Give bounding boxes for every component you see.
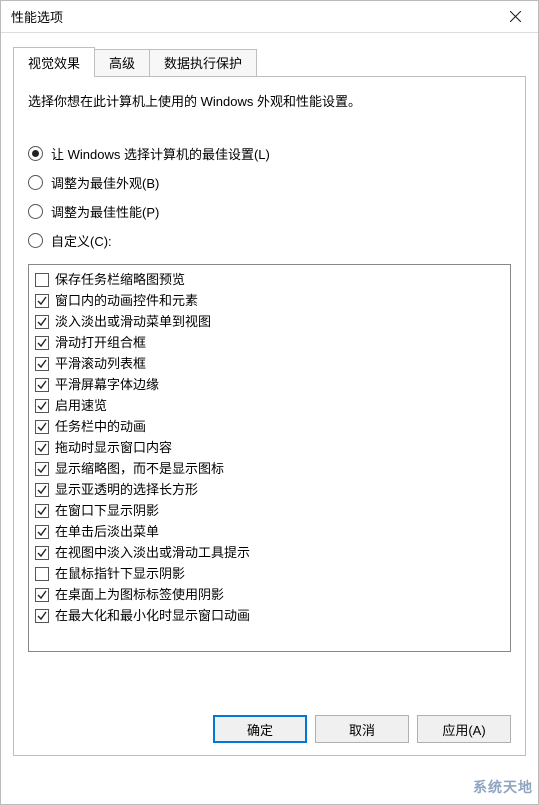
option-label: 在桌面上为图标标签使用阴影 [55, 584, 224, 605]
option-label: 保存任务栏缩略图预览 [55, 269, 185, 290]
apply-button[interactable]: 应用(A) [417, 715, 511, 743]
option-label: 在最大化和最小化时显示窗口动画 [55, 605, 250, 626]
titlebar: 性能选项 [1, 1, 538, 33]
radio-label: 调整为最佳外观(B) [51, 173, 159, 192]
list-item[interactable]: 窗口内的动画控件和元素 [35, 290, 504, 311]
list-item[interactable]: 淡入淡出或滑动菜单到视图 [35, 311, 504, 332]
option-label: 显示亚透明的选择长方形 [55, 479, 198, 500]
tab-advanced[interactable]: 高级 [94, 49, 150, 77]
checkbox[interactable] [35, 294, 49, 308]
list-item[interactable]: 启用速览 [35, 395, 504, 416]
option-label: 窗口内的动画控件和元素 [55, 290, 198, 311]
panel-description: 选择你想在此计算机上使用的 Windows 外观和性能设置。 [28, 91, 511, 110]
radio-best-appearance[interactable]: 调整为最佳外观(B) [28, 173, 511, 192]
tab-visual-effects[interactable]: 视觉效果 [13, 47, 95, 77]
option-label: 拖动时显示窗口内容 [55, 437, 172, 458]
close-icon [510, 11, 521, 22]
checkbox[interactable] [35, 378, 49, 392]
list-item[interactable]: 任务栏中的动画 [35, 416, 504, 437]
checkbox[interactable] [35, 462, 49, 476]
radio-group: 让 Windows 选择计算机的最佳设置(L) 调整为最佳外观(B) 调整为最佳… [28, 144, 511, 250]
list-item[interactable]: 滑动打开组合框 [35, 332, 504, 353]
list-item[interactable]: 平滑滚动列表框 [35, 353, 504, 374]
list-item[interactable]: 在最大化和最小化时显示窗口动画 [35, 605, 504, 626]
tab-strip: 视觉效果 高级 数据执行保护 [13, 47, 526, 77]
radio-label: 让 Windows 选择计算机的最佳设置(L) [51, 144, 270, 163]
window-title: 性能选项 [11, 7, 63, 26]
checkbox[interactable] [35, 336, 49, 350]
option-label: 滑动打开组合框 [55, 332, 146, 353]
list-item[interactable]: 在窗口下显示阴影 [35, 500, 504, 521]
checkbox[interactable] [35, 420, 49, 434]
option-label: 平滑屏幕字体边缘 [55, 374, 159, 395]
option-label: 在窗口下显示阴影 [55, 500, 159, 521]
cancel-button[interactable]: 取消 [315, 715, 409, 743]
radio-custom[interactable]: 自定义(C): [28, 231, 511, 250]
tab-dep[interactable]: 数据执行保护 [149, 49, 257, 77]
radio-indicator [28, 175, 43, 190]
list-item[interactable]: 保存任务栏缩略图预览 [35, 269, 504, 290]
radio-label: 调整为最佳性能(P) [51, 202, 159, 221]
checkbox[interactable] [35, 588, 49, 602]
list-item[interactable]: 在视图中淡入淡出或滑动工具提示 [35, 542, 504, 563]
radio-label: 自定义(C): [51, 231, 112, 250]
list-item[interactable]: 在鼠标指针下显示阴影 [35, 563, 504, 584]
list-item[interactable]: 拖动时显示窗口内容 [35, 437, 504, 458]
content-area: 视觉效果 高级 数据执行保护 选择你想在此计算机上使用的 Windows 外观和… [1, 33, 538, 766]
option-label: 在鼠标指针下显示阴影 [55, 563, 185, 584]
checkbox[interactable] [35, 546, 49, 560]
checkbox[interactable] [35, 273, 49, 287]
list-item[interactable]: 平滑屏幕字体边缘 [35, 374, 504, 395]
option-label: 启用速览 [55, 395, 107, 416]
option-label: 在视图中淡入淡出或滑动工具提示 [55, 542, 250, 563]
checkbox[interactable] [35, 567, 49, 581]
ok-button[interactable]: 确定 [213, 715, 307, 743]
checkbox[interactable] [35, 483, 49, 497]
checkbox[interactable] [35, 525, 49, 539]
option-label: 在单击后淡出菜单 [55, 521, 159, 542]
close-button[interactable] [492, 1, 538, 33]
option-label: 平滑滚动列表框 [55, 353, 146, 374]
list-item[interactable]: 显示缩略图，而不是显示图标 [35, 458, 504, 479]
radio-indicator [28, 146, 43, 161]
option-label: 淡入淡出或滑动菜单到视图 [55, 311, 211, 332]
checkbox[interactable] [35, 441, 49, 455]
checkbox[interactable] [35, 399, 49, 413]
list-item[interactable]: 在桌面上为图标标签使用阴影 [35, 584, 504, 605]
watermark-text: 系统天地 [473, 777, 533, 797]
visual-effects-list[interactable]: 保存任务栏缩略图预览窗口内的动画控件和元素淡入淡出或滑动菜单到视图滑动打开组合框… [28, 264, 511, 652]
option-label: 显示缩略图，而不是显示图标 [55, 458, 224, 479]
radio-let-windows-choose[interactable]: 让 Windows 选择计算机的最佳设置(L) [28, 144, 511, 163]
list-item[interactable]: 显示亚透明的选择长方形 [35, 479, 504, 500]
option-label: 任务栏中的动画 [55, 416, 146, 437]
radio-indicator [28, 204, 43, 219]
checkbox[interactable] [35, 357, 49, 371]
radio-indicator [28, 233, 43, 248]
list-item[interactable]: 在单击后淡出菜单 [35, 521, 504, 542]
tab-panel-visual: 选择你想在此计算机上使用的 Windows 外观和性能设置。 让 Windows… [13, 76, 526, 756]
dialog-buttons: 确定 取消 应用(A) [213, 715, 511, 743]
radio-best-performance[interactable]: 调整为最佳性能(P) [28, 202, 511, 221]
checkbox[interactable] [35, 315, 49, 329]
checkbox[interactable] [35, 609, 49, 623]
checkbox[interactable] [35, 504, 49, 518]
